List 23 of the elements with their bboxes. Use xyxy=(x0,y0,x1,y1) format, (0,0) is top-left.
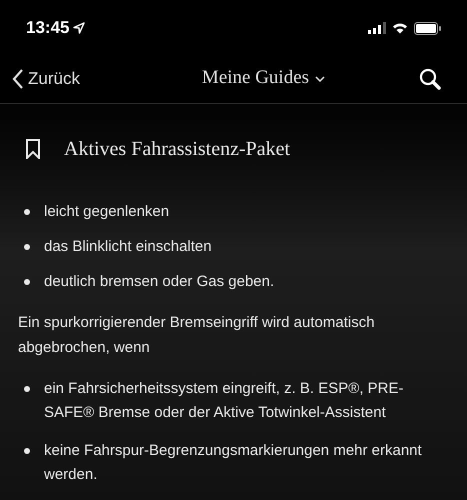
section-title: Aktives Fahrassistenz-Paket xyxy=(64,137,290,162)
list-item-text: leicht gegenlenken xyxy=(44,202,170,222)
wifi-icon xyxy=(392,22,408,34)
paragraph: Ein spurkorrigierender Bremseingriff wird automatisch abgebrochen, wenn xyxy=(17,313,376,358)
guides-dropdown[interactable]: Meine Guides xyxy=(202,64,326,93)
chevron-down-icon xyxy=(315,76,326,82)
bullet-icon xyxy=(24,244,30,250)
chevron-left-icon xyxy=(12,68,24,90)
bullet-icon xyxy=(24,386,30,392)
bullet-icon xyxy=(24,448,30,454)
bookmark-icon[interactable] xyxy=(26,139,40,159)
list-item-text: ein Fahrsicherheitssystem eingreift, z. B. ESP®, PRE-SAFE® Bremse oder der Aktive Totwinkel-Assistent xyxy=(44,379,405,423)
battery-icon xyxy=(414,22,441,34)
signal-icon xyxy=(368,22,386,34)
search-icon xyxy=(419,68,441,90)
location-arrow-icon xyxy=(73,22,86,34)
list-item-text: das Blinklicht einschalten xyxy=(44,237,212,257)
back-button[interactable]: Zurück xyxy=(12,66,80,92)
bullet-icon xyxy=(24,209,30,215)
bullet-icon xyxy=(24,279,30,285)
list-item-text: keine Fahrspur-Begrenzungsmarkierungen mehr erkannt werden. xyxy=(44,441,423,485)
status-time: 13:45 xyxy=(26,17,70,40)
list-item-text: deutlich bremsen oder Gas geben. xyxy=(44,272,274,292)
